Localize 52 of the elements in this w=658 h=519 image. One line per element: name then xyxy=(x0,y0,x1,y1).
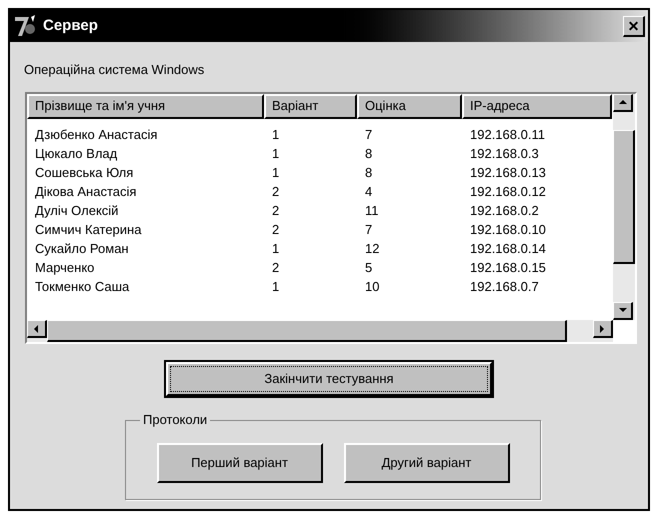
table-cell: 10 xyxy=(365,279,380,294)
table-cell: 2 xyxy=(272,260,280,275)
finish-test-button[interactable]: Закінчити тестування xyxy=(166,362,492,396)
table-cell: 1 xyxy=(272,146,280,161)
window-title: Сервер xyxy=(43,16,98,36)
table-cell: 192.168.0.15 xyxy=(470,260,546,275)
table-cell: 2 xyxy=(272,203,280,218)
table-cell: 1 xyxy=(272,279,280,294)
table-cell: 7 xyxy=(365,127,372,142)
column-header[interactable]: Прізвище та ім'я учня xyxy=(27,94,264,119)
table-cell: 8 xyxy=(365,146,372,161)
scrollbar-thumb[interactable] xyxy=(613,130,635,264)
table-cell: Марченко xyxy=(35,260,94,275)
column-header[interactable]: IP-адреса xyxy=(462,94,612,119)
table-cell: 1 xyxy=(272,127,280,142)
table-cell: 192.168.0.7 xyxy=(470,279,539,294)
table-cell: Цюкало Влад xyxy=(35,146,118,161)
table-cell: 2 xyxy=(272,222,280,237)
scroll-right-button[interactable] xyxy=(593,320,613,338)
table-cell: 8 xyxy=(365,165,372,180)
table-cell: 192.168.0.2 xyxy=(470,203,539,218)
table-cell: Сукайло Роман xyxy=(35,241,129,256)
table-cell: 192.168.0.3 xyxy=(470,146,539,161)
table-cell: Дзюбенко Анастасія xyxy=(35,127,158,142)
table-cell: Симчич Катерина xyxy=(35,222,142,237)
column-header[interactable]: Варіант xyxy=(264,94,357,119)
protocol-button[interactable]: Другий варіант xyxy=(344,443,510,483)
table-cell: 192.168.0.13 xyxy=(470,165,546,180)
table-cell: Дікова Анастасія xyxy=(35,184,136,199)
os-label: Операційна система Windows xyxy=(24,62,204,77)
table-cell: 12 xyxy=(365,241,380,256)
scroll-down-button[interactable] xyxy=(613,302,633,320)
table-cell: 192.168.0.14 xyxy=(470,241,546,256)
scroll-left-button[interactable] xyxy=(27,320,47,338)
table-cell: 192.168.0.11 xyxy=(470,127,545,142)
table-cell: 7 xyxy=(365,222,372,237)
table-cell: 1 xyxy=(272,165,280,180)
table-cell: 192.168.0.10 xyxy=(470,222,546,237)
table-cell: 1 xyxy=(272,241,280,256)
protocol-button[interactable]: Перший варіант xyxy=(156,443,322,483)
table-cell: Дуліч Олексій xyxy=(35,203,118,218)
table-cell: Токменко Саша xyxy=(35,279,130,294)
table-cell: 4 xyxy=(365,184,372,199)
table-cell: Сошевська Юля xyxy=(35,165,134,180)
table-cell: 192.168.0.12 xyxy=(470,184,546,199)
table-cell: 2 xyxy=(272,184,280,199)
close-button[interactable]: × xyxy=(623,16,645,36)
table-cell: 11 xyxy=(365,203,378,218)
column-header[interactable]: Оцінка xyxy=(357,94,462,119)
table-cell: 5 xyxy=(365,260,372,275)
vertical-scrollbar[interactable] xyxy=(613,94,635,320)
scroll-up-button[interactable] xyxy=(613,94,633,112)
